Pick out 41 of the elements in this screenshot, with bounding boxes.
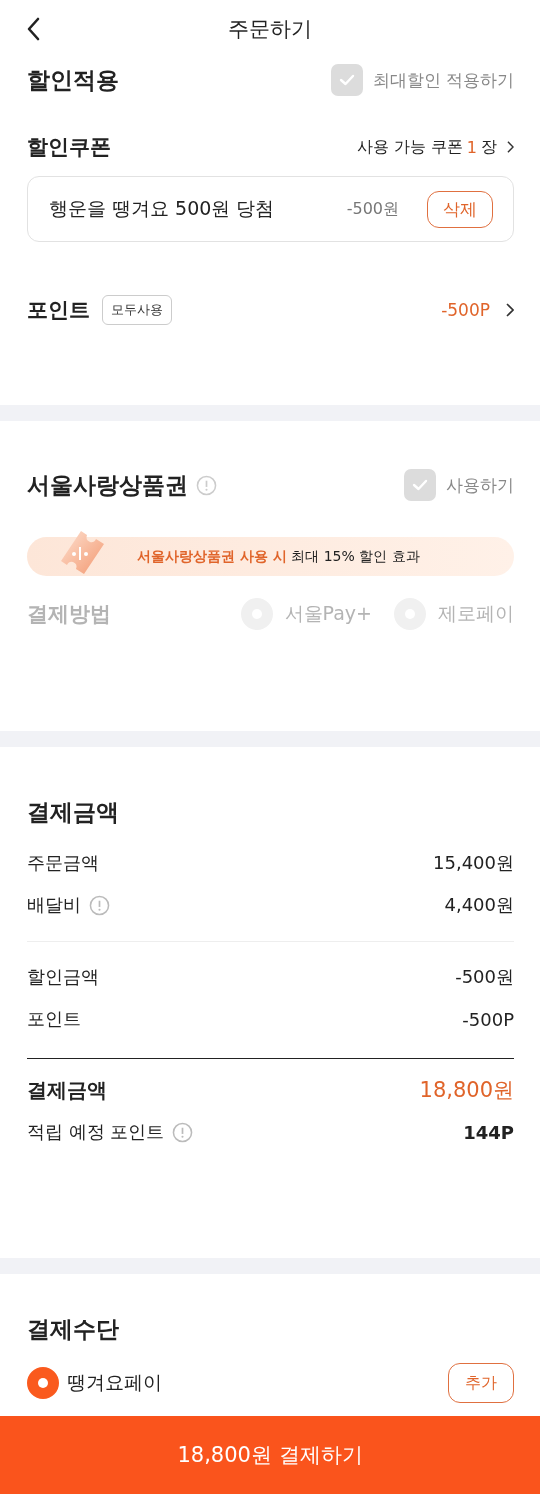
use-all-button[interactable]: 모두사용: [102, 295, 172, 325]
page-title: 주문하기: [228, 16, 312, 43]
info-icon[interactable]: [172, 1121, 194, 1143]
chevron-right-icon: [507, 141, 514, 153]
radio-label: 땡겨요페이: [67, 1370, 162, 1395]
summary-value: 4,400원: [444, 893, 514, 917]
coupon-amount: -500원: [346, 198, 399, 220]
summary-label: 주문금액: [27, 851, 99, 875]
section-title: 결제방법: [27, 601, 111, 628]
section-title: 포인트: [27, 297, 90, 324]
chevron-right-icon: [506, 303, 514, 317]
point-amount-link[interactable]: -500P: [441, 300, 514, 320]
summary-value: 144P: [463, 1121, 514, 1143]
summary-label: 배달비: [27, 893, 81, 917]
section-title: 결제금액: [27, 798, 120, 827]
add-button[interactable]: 추가: [448, 1363, 514, 1403]
summary-value: -500원: [455, 965, 514, 989]
radio-label: 제로페이: [438, 601, 514, 626]
total-value: 18,800원: [419, 1077, 514, 1104]
checkbox-label: 최대할인 적용하기: [372, 68, 514, 92]
coupon-name: 행운을 땡겨요 500원 당첨: [49, 196, 276, 221]
section-title: 서울사랑상품권: [27, 470, 188, 500]
promo-text: 서울사랑상품권 사용 시 최대 15% 할인 효과: [137, 547, 420, 566]
back-icon[interactable]: [26, 17, 40, 41]
total-label: 결제금액: [27, 1076, 107, 1104]
summary-value: 15,400원: [433, 851, 514, 875]
summary-label: 적립 예정 포인트: [27, 1120, 165, 1144]
delete-button[interactable]: 삭제: [427, 190, 493, 228]
summary-value: -500P: [462, 1008, 514, 1030]
radio-label: 서울Pay+: [284, 601, 372, 626]
section-title: 할인적용: [27, 65, 119, 95]
summary-label: 할인금액: [27, 965, 99, 989]
available-coupons-link[interactable]: 사용 가능 쿠폰 1 장: [356, 136, 514, 158]
pay-button[interactable]: 18,800원 결제하기: [0, 1416, 540, 1494]
info-icon[interactable]: [196, 474, 217, 496]
section-title: 할인쿠폰: [27, 134, 111, 161]
section-title: 결제수단: [27, 1315, 120, 1344]
checkbox-label: 사용하기: [446, 473, 514, 497]
radio-button[interactable]: [27, 1367, 59, 1399]
info-icon[interactable]: [89, 894, 110, 916]
summary-label: 포인트: [27, 1007, 81, 1031]
